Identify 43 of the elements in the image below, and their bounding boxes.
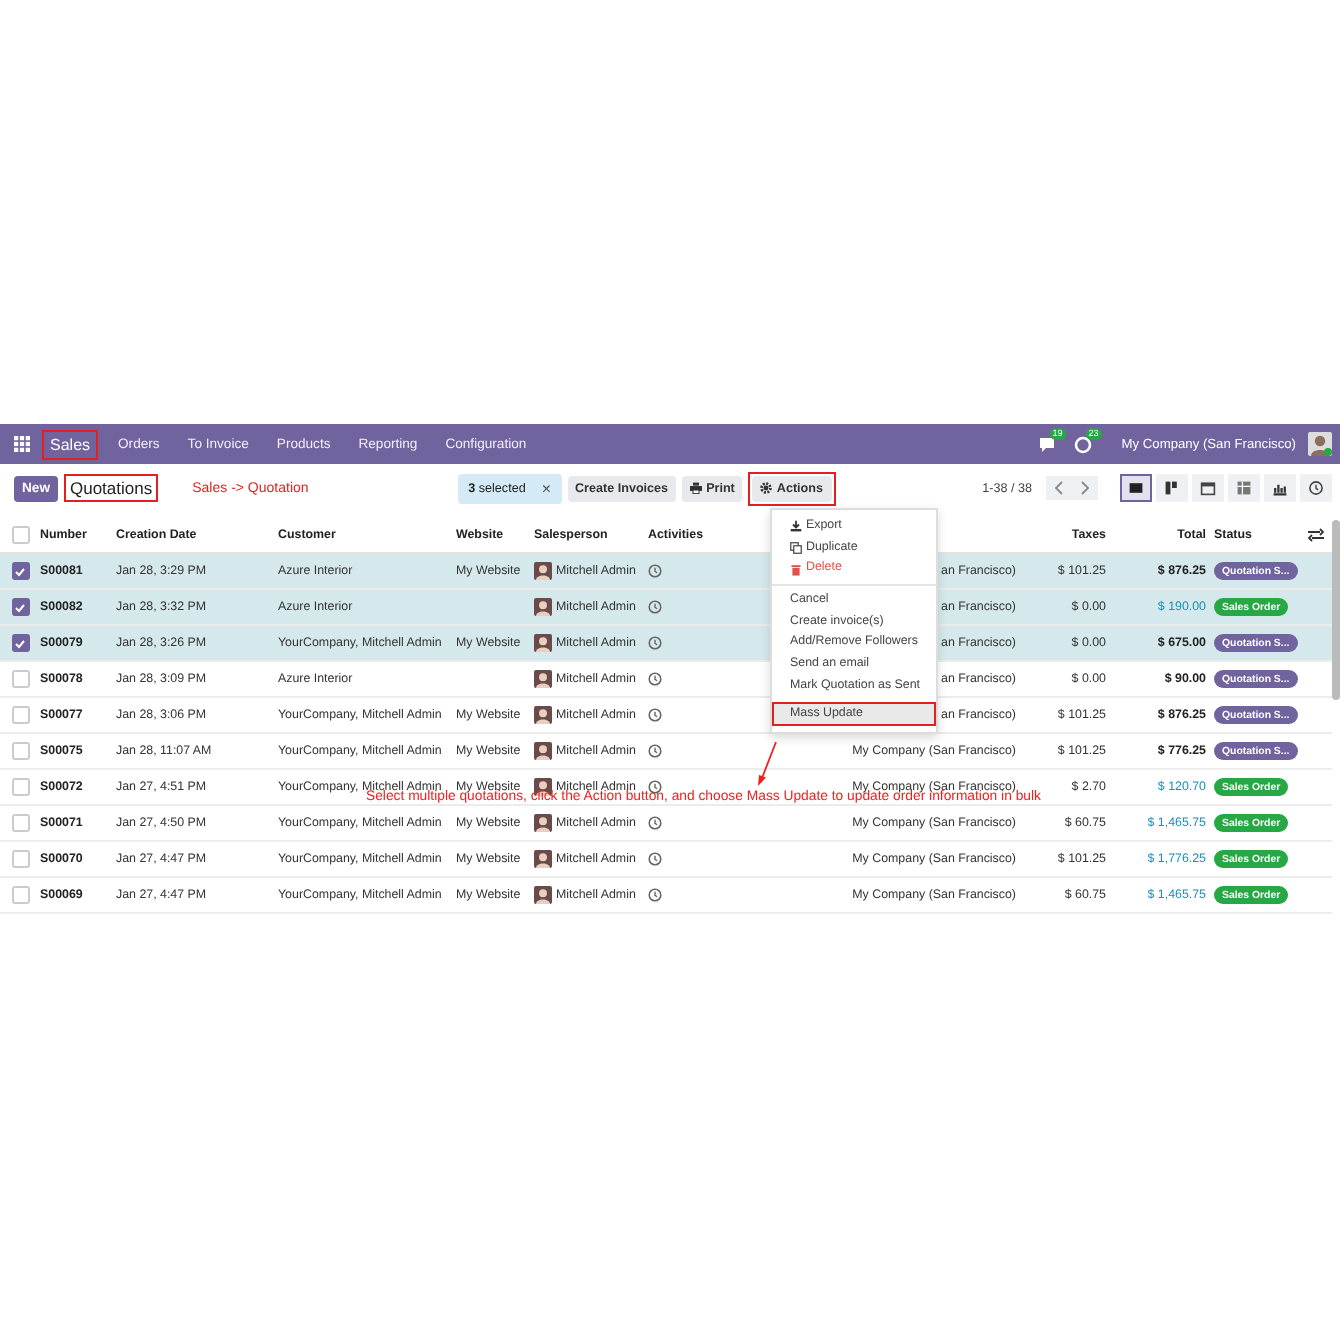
activity-view-button[interactable]: [1300, 474, 1332, 502]
menu-item[interactable]: Sales: [42, 429, 99, 459]
avatar-icon: [534, 814, 552, 832]
previous-page-button[interactable]: [1052, 480, 1066, 496]
avatar-icon: [534, 562, 552, 580]
row-checkbox[interactable]: [11, 634, 29, 652]
avatar-icon: [534, 634, 552, 652]
select-all-checkbox[interactable]: [11, 525, 29, 543]
avatar-icon: [534, 670, 552, 688]
calendar-icon: [1200, 480, 1216, 496]
printer-icon: [690, 482, 703, 494]
apps-grid-icon[interactable]: [14, 436, 30, 452]
chevron-right-icon: [1078, 480, 1092, 496]
avatar-icon: [534, 706, 552, 724]
list-icon: [1128, 480, 1144, 496]
kanban-icon: [1164, 480, 1180, 496]
row-checkbox[interactable]: [11, 598, 29, 616]
avatar-icon: [534, 886, 552, 904]
avatar-icon: [534, 742, 552, 760]
user-avatar-icon[interactable]: [1308, 432, 1332, 456]
pivot-view-button[interactable]: [1228, 474, 1260, 502]
download-icon: [790, 520, 802, 533]
scrollbar-thumb[interactable]: [1332, 520, 1340, 700]
next-page-button[interactable]: [1078, 480, 1092, 496]
copy-icon: [790, 542, 802, 555]
column-options-icon[interactable]: [1308, 527, 1324, 541]
breadcrumb-title: Quotations: [63, 474, 159, 502]
gear-icon: [760, 482, 773, 494]
chevron-left-icon: [1052, 480, 1066, 496]
avatar-icon: [534, 850, 552, 868]
trash-icon: [790, 563, 802, 576]
chat-icon[interactable]: [1037, 436, 1058, 454]
pivot-icon: [1236, 480, 1252, 496]
kanban-view-button[interactable]: [1156, 474, 1188, 502]
avatar-icon: [534, 598, 552, 616]
activity-icon: [1308, 480, 1324, 496]
list-view-button[interactable]: [1120, 474, 1152, 502]
clear-selection-button[interactable]: ×: [541, 479, 551, 497]
graph-view-button[interactable]: [1264, 474, 1296, 502]
annotation-arrow: [752, 740, 780, 788]
graph-icon: [1272, 480, 1288, 496]
calendar-view-button[interactable]: [1192, 474, 1224, 502]
row-checkbox[interactable]: [11, 562, 29, 580]
